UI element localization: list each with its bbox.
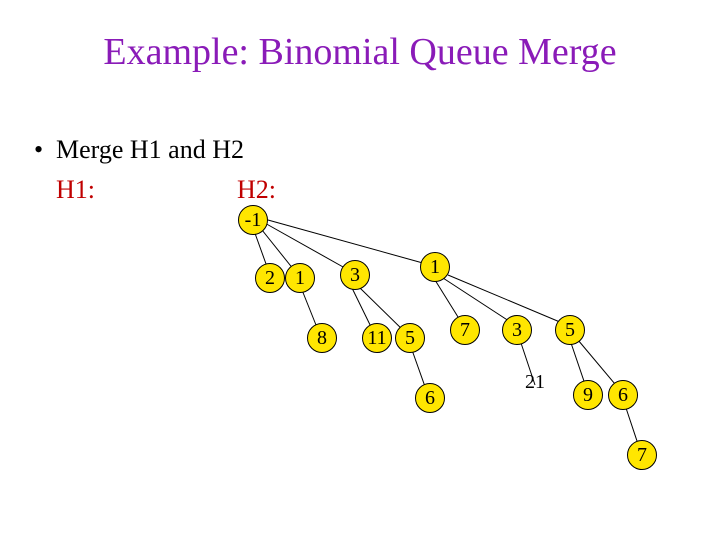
node-1a: 1 xyxy=(285,263,315,293)
node-3: 3 xyxy=(340,260,370,290)
node-1b: 1 xyxy=(420,252,450,282)
node-5b: 5 xyxy=(555,315,585,345)
node-3b: 3 xyxy=(502,315,532,345)
node-7b: 7 xyxy=(627,440,657,470)
node-root: -1 xyxy=(238,205,268,235)
node-6b: 6 xyxy=(608,380,638,410)
node-2: 2 xyxy=(255,263,285,293)
node-6a: 6 xyxy=(415,383,445,413)
node-8: 8 xyxy=(307,323,337,353)
node-5a: 5 xyxy=(395,323,425,353)
node-21: 21 xyxy=(520,372,550,392)
node-11: 11 xyxy=(362,323,392,353)
node-7a: 7 xyxy=(450,315,480,345)
node-9: 9 xyxy=(573,380,603,410)
